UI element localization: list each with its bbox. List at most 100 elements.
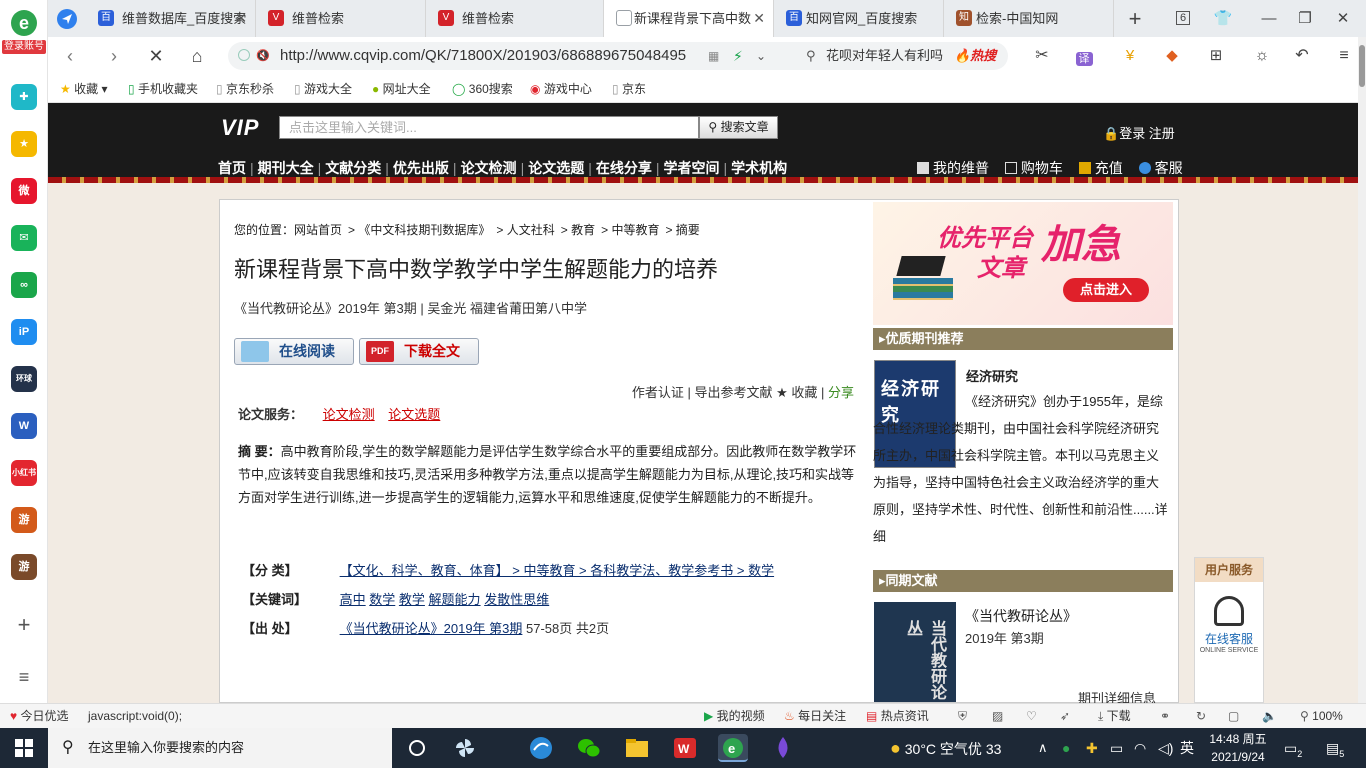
speed-mode-icon[interactable]: ⚡ — [733, 42, 743, 70]
address-bar[interactable]: 🔇 http://www.cqvip.com/QK/71800X/201903/… — [228, 42, 833, 70]
rocket-icon[interactable]: ➶ — [1060, 704, 1070, 729]
download-manager[interactable]: ⤓ 下载 — [1098, 704, 1131, 729]
tab-cnki-baidu[interactable]: 百 知网官网_百度搜索 — [774, 0, 944, 37]
game-app-icon[interactable]: 游 — [11, 507, 37, 533]
nav-online-share[interactable]: 在线分享 — [596, 160, 652, 176]
login-register[interactable]: 🔒登录 注册 — [1103, 123, 1175, 142]
site-logo[interactable]: VIP — [221, 115, 259, 141]
weibo-icon[interactable]: 微 — [11, 178, 37, 204]
add-app-button[interactable]: + — [11, 612, 37, 638]
zoom-level[interactable]: ⚲ 100% — [1300, 704, 1343, 729]
breadcrumb-education[interactable]: 教育 — [571, 223, 595, 237]
nav-topic-select[interactable]: 论文选题 — [528, 160, 584, 176]
star-app-icon[interactable]: ★ — [11, 131, 37, 157]
coupon-icon[interactable]: ¥ — [1116, 43, 1144, 69]
globe-school-icon[interactable]: 环球 — [11, 366, 37, 392]
maximize-icon[interactable]: ❐ — [1290, 0, 1320, 37]
nav-my-vip[interactable]: 我的维普 — [933, 160, 989, 176]
keyword-link[interactable]: 数学 — [369, 592, 395, 607]
journal-details-link[interactable]: 期刊详细信息 — [1078, 688, 1156, 703]
ime-indicator[interactable]: 英 — [1180, 728, 1194, 768]
sidebar-menu-button[interactable]: ≡ — [11, 664, 37, 690]
bookmark-360-search[interactable]: ◯ 360搜索 — [452, 75, 513, 103]
forward-icon[interactable]: › — [100, 43, 128, 69]
close-tab-icon[interactable]: ✕ — [753, 0, 765, 37]
swift-browser-icon[interactable] — [526, 734, 556, 762]
weather-widget[interactable]: ● 30°C 空气优 33 — [890, 728, 1001, 768]
tab-cnki-search[interactable]: 知 检索-中国知网 — [944, 0, 1114, 37]
keyword-link[interactable]: 高中 — [340, 592, 366, 607]
headset-icon[interactable] — [1214, 596, 1244, 626]
messages-icon[interactable]: ▭2 — [1284, 728, 1302, 768]
plus-app-icon[interactable]: ✚ — [11, 84, 37, 110]
volume-icon[interactable]: 🔈 — [1262, 704, 1277, 729]
nav-cart[interactable]: 购物车 — [1021, 160, 1063, 176]
wechat-icon[interactable] — [574, 734, 604, 762]
word-doc-icon[interactable]: W — [11, 413, 37, 439]
tab-vip-search-2[interactable]: V 维普检索 — [426, 0, 604, 37]
mail-app-icon[interactable]: ✉ — [11, 225, 37, 251]
home-icon[interactable]: ⌂ — [183, 43, 211, 69]
tab-baidu-vip[interactable]: 百 维普数据库_百度搜索 ✕ — [86, 0, 256, 37]
nav-journals[interactable]: 期刊大全 — [258, 160, 314, 176]
new-tab-button[interactable]: + — [1120, 0, 1150, 37]
bookmark-mobile[interactable]: ▯ 手机收藏夹 — [128, 75, 198, 103]
nav-support[interactable]: 客服 — [1155, 160, 1183, 176]
bookmark-games[interactable]: ▯ 游戏大全 — [294, 75, 352, 103]
scrollbar-thumb[interactable] — [1359, 45, 1365, 87]
my-videos[interactable]: ▶ 我的视频 — [704, 704, 765, 729]
pinwheel-app-icon[interactable] — [450, 734, 480, 762]
game2-app-icon[interactable]: 游 — [11, 554, 37, 580]
notification-icon[interactable]: ▤5 — [1326, 728, 1344, 768]
search-article-button[interactable]: ⚲ 搜索文章 — [699, 116, 778, 139]
drop-app-icon[interactable] — [768, 734, 798, 762]
apps-grid-icon[interactable]: ⊞ — [1202, 43, 1230, 69]
breadcrumb-home[interactable]: 您的位置：网站首页 — [234, 223, 342, 237]
nav-scholar-space[interactable]: 学者空间 — [663, 160, 719, 176]
keyword-link[interactable]: 教学 — [399, 592, 425, 607]
speaker-icon[interactable]: ◁) — [1158, 728, 1173, 768]
bookmark-game-center[interactable]: ◉ 游戏中心 — [530, 75, 592, 103]
navigate-icon[interactable] — [52, 0, 82, 37]
tray-plus-icon[interactable]: ✚ — [1086, 728, 1098, 768]
close-window-icon[interactable]: ✕ — [1328, 0, 1358, 37]
breadcrumb-humanities[interactable]: 人文社科 — [507, 223, 555, 237]
nav-categories[interactable]: 文献分类 — [325, 160, 381, 176]
wps-icon[interactable]: W — [670, 734, 700, 762]
file-explorer-icon[interactable] — [622, 734, 652, 762]
start-button[interactable] — [0, 728, 48, 768]
nav-paper-check[interactable]: 论文检测 — [461, 160, 517, 176]
brightness-icon[interactable]: ☼ — [1248, 43, 1276, 69]
image-icon[interactable]: ▨ — [992, 704, 1003, 729]
game-icon[interactable]: ◆ — [1158, 43, 1186, 69]
nav-recharge[interactable]: 充值 — [1095, 160, 1123, 176]
tab-article-active[interactable]: 新课程背景下高中数 ✕ — [604, 0, 774, 37]
scissors-icon[interactable]: ✂ — [1028, 43, 1056, 69]
site-search-input[interactable]: 点击这里输入关键词... — [279, 116, 699, 139]
bookmark-jd[interactable]: ▯ 京东 — [612, 75, 646, 103]
qr-code-icon[interactable]: ▦ — [708, 42, 719, 70]
link-icon[interactable]: ⚭ — [1160, 704, 1170, 729]
taskbar-search[interactable]: ⚲ 在这里输入你要搜索的内容 — [48, 728, 392, 768]
main-menu-icon[interactable]: ≡ — [1330, 43, 1358, 69]
undo-icon[interactable]: ↶ — [1288, 43, 1316, 69]
nav-institutions[interactable]: 学术机构 — [731, 160, 787, 176]
tab-count-button[interactable]: 6 — [1168, 0, 1198, 37]
url-text[interactable]: http://www.cqvip.com/QK/71800X/201903/68… — [280, 42, 695, 70]
ad-enter-button[interactable]: 点击进入 — [1063, 278, 1149, 302]
xiaohongshu-icon[interactable]: 小红书 — [11, 460, 37, 486]
nav-home[interactable]: 首页 — [218, 160, 246, 176]
classification-link[interactable]: 【文化、科学、教育、体育】 > 中等教育 > 各科教学法、教学参考书 > 数学 — [340, 563, 774, 578]
browser-taskbar-icon[interactable]: e — [718, 734, 748, 762]
same-issue-title[interactable]: 《当代教研论丛》 — [965, 606, 1077, 626]
bookmark-jd-seckill[interactable]: ▯ 京东秒杀 — [216, 75, 274, 103]
wifi-icon[interactable]: ◠ — [1134, 728, 1146, 768]
chevron-down-icon[interactable]: ⌄ — [756, 42, 766, 70]
skin-icon[interactable]: 👕 — [1208, 0, 1238, 37]
daily-focus[interactable]: ♨ 每日关注 — [784, 704, 846, 729]
bookmark-favorites[interactable]: ★ 收藏 ▾ — [60, 75, 107, 103]
translate-icon[interactable]: 译 — [1070, 43, 1098, 69]
hot-news[interactable]: ▤ 热点资讯 — [866, 704, 929, 729]
paper-check-link[interactable]: 论文检测 — [323, 407, 375, 422]
tools-links[interactable]: 作者认证 | 导出参考文献 ★ 收藏 | — [632, 385, 824, 400]
